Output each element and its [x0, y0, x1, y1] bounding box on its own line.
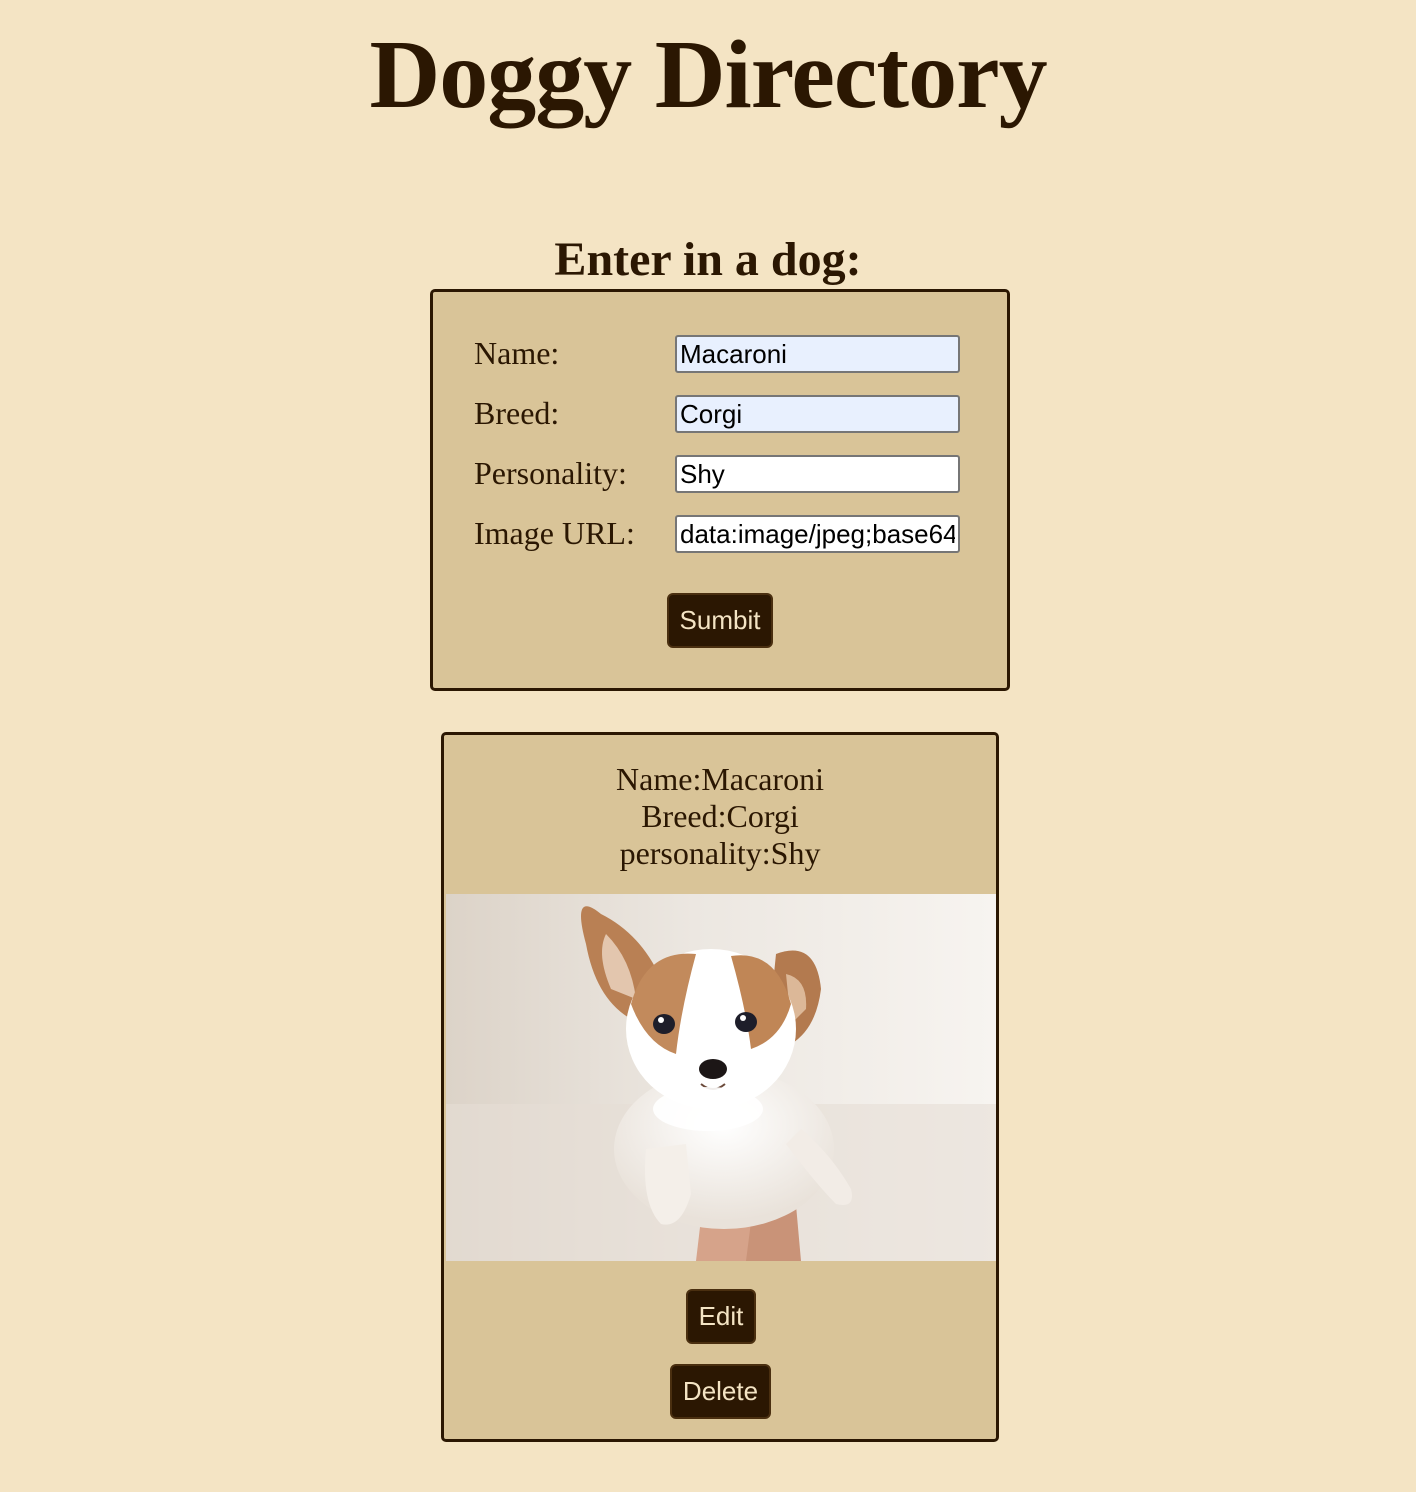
submit-button[interactable]: Sumbit	[667, 593, 773, 648]
image-url-input[interactable]	[675, 515, 960, 553]
page-title: Doggy Directory	[369, 21, 1047, 129]
name-input[interactable]	[675, 335, 960, 373]
dog-breed: Breed:Corgi	[641, 798, 799, 834]
name-label: Name:	[474, 335, 560, 371]
breed-input[interactable]	[675, 395, 960, 433]
edit-button[interactable]: Edit	[686, 1289, 756, 1344]
dog-photo	[446, 894, 996, 1261]
delete-button[interactable]: Delete	[670, 1364, 771, 1419]
image-url-label: Image URL:	[474, 515, 635, 551]
form-heading: Enter in a dog:	[554, 233, 862, 286]
dog-entry-form: Name: Breed: Personality: Image URL: Sum…	[430, 289, 1010, 691]
personality-label: Personality:	[474, 455, 627, 491]
dog-personality: personality:Shy	[619, 835, 821, 871]
dog-name: Name:Macaroni	[616, 761, 824, 797]
dog-card: Name:Macaroni Breed:Corgi personality:Sh…	[441, 732, 999, 1442]
personality-input[interactable]	[675, 455, 960, 493]
breed-label: Breed:	[474, 395, 560, 431]
